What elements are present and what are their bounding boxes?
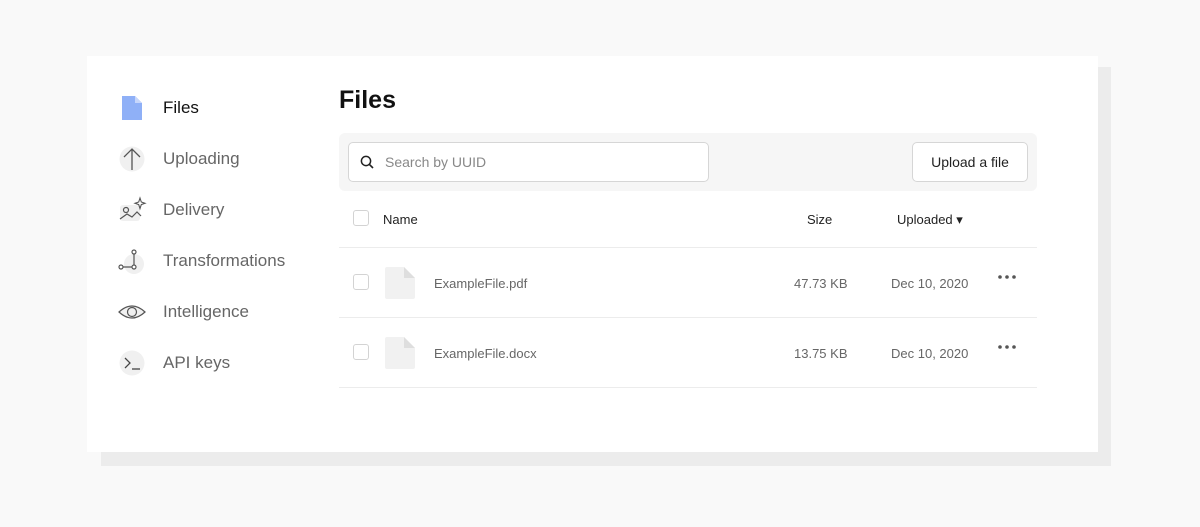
vector-nodes-icon xyxy=(117,246,147,276)
sidebar-item-api-keys[interactable]: API keys xyxy=(117,337,337,388)
sidebar-item-transformations[interactable]: Transformations xyxy=(117,235,337,286)
upload-file-button[interactable]: Upload a file xyxy=(912,142,1028,182)
file-size: 47.73 KB xyxy=(794,276,848,291)
image-sparkle-icon xyxy=(117,195,147,225)
sidebar-item-label: Uploading xyxy=(163,148,240,168)
sidebar-item-intelligence[interactable]: Intelligence xyxy=(117,286,337,337)
file-uploaded-date: Dec 10, 2020 xyxy=(891,276,969,291)
file-name[interactable]: ExampleFile.pdf xyxy=(434,276,527,291)
more-options-icon[interactable] xyxy=(997,274,1017,280)
row-checkbox[interactable] xyxy=(353,344,369,360)
select-all-checkbox[interactable] xyxy=(353,210,369,226)
table-row[interactable]: ExampleFile.docx 13.75 KB Dec 10, 2020 xyxy=(339,318,1037,388)
search-icon xyxy=(360,155,374,169)
sidebar-item-uploading[interactable]: Uploading xyxy=(117,133,337,184)
sidebar-item-label: Delivery xyxy=(163,199,225,219)
column-header-uploaded[interactable]: Uploaded ▾ xyxy=(897,212,963,228)
more-options-icon[interactable] xyxy=(997,344,1017,350)
column-header-size: Size xyxy=(807,212,833,227)
files-table: Name Size Uploaded ▾ ExampleFile.pdf 47.… xyxy=(339,191,1037,388)
search-box xyxy=(348,142,709,182)
sidebar-item-delivery[interactable]: Delivery xyxy=(117,184,337,235)
sidebar-item-label: Transformations xyxy=(163,250,286,270)
terminal-icon xyxy=(117,348,147,378)
row-checkbox[interactable] xyxy=(353,274,369,290)
sidebar-item-label: API keys xyxy=(163,352,231,372)
file-size: 13.75 KB xyxy=(794,346,848,361)
sidebar-item-label: Intelligence xyxy=(163,301,250,321)
sidebar: Files Uploading Delivery Transformations… xyxy=(117,82,337,388)
toolbar: Upload a file xyxy=(339,133,1037,191)
search-input[interactable] xyxy=(385,154,685,170)
file-uploaded-date: Dec 10, 2020 xyxy=(891,346,969,361)
column-header-name: Name xyxy=(383,212,418,227)
page-title: Files xyxy=(339,86,396,114)
document-icon xyxy=(382,336,416,375)
eye-icon xyxy=(117,297,147,327)
arrow-up-icon xyxy=(117,144,147,174)
table-row[interactable]: ExampleFile.pdf 47.73 KB Dec 10, 2020 xyxy=(339,248,1037,318)
files-panel: Files Uploading Delivery Transformations… xyxy=(87,56,1098,452)
sidebar-item-files[interactable]: Files xyxy=(117,82,337,133)
file-name[interactable]: ExampleFile.docx xyxy=(434,346,537,361)
table-header: Name Size Uploaded ▾ xyxy=(339,191,1037,248)
file-icon xyxy=(117,93,147,123)
sidebar-item-label: Files xyxy=(163,97,199,117)
document-icon xyxy=(382,266,416,305)
